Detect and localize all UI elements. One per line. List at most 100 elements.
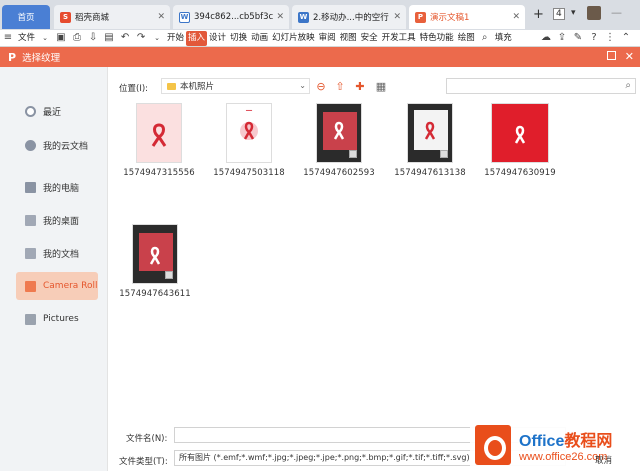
- file-name: 1574947613138: [394, 168, 466, 178]
- maximize-icon[interactable]: [607, 51, 616, 60]
- print-icon[interactable]: ⎙: [72, 33, 82, 43]
- image-thumbnail: ━━: [226, 103, 272, 163]
- view-mode-icon[interactable]: ▦: [374, 79, 388, 93]
- chevron-down-icon[interactable]: ⌄: [40, 33, 50, 43]
- redo-icon[interactable]: ↷: [136, 33, 146, 43]
- ribbon-tab-draw[interactable]: 绘图: [456, 31, 477, 46]
- ribbon-tab-design[interactable]: 设计: [207, 31, 228, 46]
- file-item[interactable]: 1574947315556: [118, 103, 200, 178]
- close-icon[interactable]: ✕: [512, 12, 520, 22]
- sidebar-item-pictures[interactable]: Pictures: [16, 305, 98, 333]
- image-thumbnail: [132, 224, 178, 284]
- folder-icon: [25, 214, 36, 226]
- print-preview-icon[interactable]: ▤: [104, 33, 114, 43]
- watermark-title: Office: [519, 432, 565, 450]
- sidebar-item-label: 我的云文档: [43, 141, 89, 152]
- fill-button[interactable]: 填充: [493, 31, 514, 46]
- ribbon-tab-insert[interactable]: 插入: [186, 30, 208, 46]
- clock-icon: [25, 105, 36, 117]
- sidebar-item-label: 最近: [43, 107, 62, 118]
- ribbon-tab-features[interactable]: 特色功能: [418, 31, 456, 46]
- folder-icon: [25, 280, 36, 292]
- collapse-icon[interactable]: ⌃: [621, 33, 631, 43]
- awareness-ribbon-icon: [333, 121, 345, 140]
- sidebar-item-documents[interactable]: 我的文档: [16, 239, 98, 267]
- ribbon-tab-transitions[interactable]: 切换: [228, 31, 249, 46]
- file-item[interactable]: 1574947602593: [298, 103, 380, 178]
- file-item[interactable]: 1574947643611: [114, 224, 196, 299]
- tab-home[interactable]: 首页: [2, 5, 50, 29]
- share-icon[interactable]: ⇪: [557, 33, 567, 43]
- browser-tab-bar: 首页 S 稻壳商城 ✕ W 394c862...cb5bf3c ✕ W 2.移动…: [0, 0, 640, 30]
- cancel-button[interactable]: 取消: [595, 454, 612, 466]
- chevron-down-icon[interactable]: ▾: [571, 8, 576, 18]
- sidebar-item-cloud-docs[interactable]: 我的云文档: [16, 131, 98, 159]
- search-icon[interactable]: ⌕: [480, 33, 490, 43]
- file-item[interactable]: 1574947613138: [389, 103, 471, 178]
- ribbon-tab-developer[interactable]: 开发工具: [380, 31, 418, 46]
- help-icon[interactable]: ?: [589, 33, 599, 43]
- more-icon[interactable]: ⌄: [152, 33, 162, 43]
- awareness-ribbon-icon: [514, 125, 526, 144]
- ribbon-tab-animations[interactable]: 动画: [249, 31, 270, 46]
- location-value: 本机照片: [180, 82, 215, 92]
- up-folder-icon[interactable]: ⇧: [333, 79, 347, 93]
- image-thumbnail: [407, 103, 453, 163]
- menu-icon[interactable]: ≡: [3, 33, 13, 43]
- ribbon-tab-review[interactable]: 审阅: [317, 31, 338, 46]
- office-logo-icon: [475, 424, 511, 465]
- cloud-sync-icon[interactable]: ☁: [541, 33, 551, 43]
- tab-count-badge[interactable]: 4: [553, 8, 565, 20]
- sidebar-item-label: Camera Roll: [43, 281, 98, 291]
- wps-logo-icon: P: [8, 50, 17, 64]
- file-item[interactable]: ━━ 1574947503118: [208, 103, 290, 178]
- location-select[interactable]: 本机照片 ⌄: [161, 78, 310, 94]
- ribbon-tab-home[interactable]: 开始: [165, 31, 186, 46]
- close-icon[interactable]: ✕: [393, 12, 401, 22]
- comment-icon[interactable]: ✎: [573, 33, 583, 43]
- search-input[interactable]: ⌕: [446, 78, 636, 94]
- watermark-title-cn: 教程网: [564, 432, 613, 450]
- docer-icon: S: [60, 11, 71, 23]
- more-icon[interactable]: ⋮: [605, 33, 615, 43]
- ribbon-tab-slideshow[interactable]: 幻灯片放映: [270, 31, 317, 46]
- save-icon[interactable]: ▣: [56, 33, 66, 43]
- back-icon[interactable]: ⊖: [314, 79, 328, 93]
- file-menu[interactable]: 文件: [16, 31, 37, 46]
- places-sidebar: 最近 我的云文档 我的电脑 我的桌面 我的文档 Camera Roll Pict…: [0, 67, 108, 471]
- sidebar-item-label: 我的桌面: [43, 216, 80, 227]
- sidebar-item-recent[interactable]: 最近: [16, 97, 98, 125]
- sidebar-item-camera-roll[interactable]: Camera Roll: [16, 272, 98, 300]
- export-pdf-icon[interactable]: ⇩: [88, 33, 98, 43]
- new-tab-icon[interactable]: +: [533, 7, 544, 22]
- tab-presentation[interactable]: P 演示文稿1 ✕: [409, 5, 525, 29]
- window-control-icon[interactable]: —: [611, 6, 622, 19]
- sidebar-item-label: Pictures: [43, 314, 79, 324]
- tab-docer-store[interactable]: S 稻壳商城 ✕: [54, 5, 170, 29]
- sidebar-item-my-computer[interactable]: 我的电脑: [16, 173, 98, 201]
- close-icon[interactable]: ✕: [157, 12, 165, 22]
- ribbon-toolbar: ≡ 文件 ⌄ ▣ ⎙ ⇩ ▤ ↶ ↷ ⌄ 开始 插入 设计 切换 动画 幻灯片放…: [0, 30, 640, 47]
- file-name: 1574947602593: [303, 168, 375, 178]
- awareness-ribbon-icon: [151, 123, 167, 147]
- dialog-title: 选择纹理: [22, 53, 61, 64]
- image-thumbnail: [491, 103, 549, 163]
- tab-label: 演示文稿1: [430, 13, 470, 23]
- tab-label: 稻壳商城: [75, 13, 110, 23]
- ribbon-tab-view[interactable]: 视图: [338, 31, 359, 46]
- undo-icon[interactable]: ↶: [120, 33, 130, 43]
- close-icon[interactable]: ✕: [625, 50, 634, 63]
- tab-label: 394c862...cb5bf3c: [194, 12, 274, 22]
- sidebar-item-desktop[interactable]: 我的桌面: [16, 206, 98, 234]
- file-item[interactable]: 1574947630919: [479, 103, 561, 178]
- awareness-ribbon-icon: [149, 246, 161, 265]
- tab-document-1[interactable]: W 394c862...cb5bf3c ✕: [173, 5, 289, 29]
- avatar[interactable]: [587, 6, 601, 20]
- word-doc-icon: W: [179, 11, 190, 23]
- new-folder-icon[interactable]: ✚: [353, 79, 367, 93]
- folder-icon: [25, 247, 36, 259]
- close-icon[interactable]: ✕: [276, 12, 284, 22]
- cloud-icon: [25, 139, 36, 151]
- tab-document-2[interactable]: W 2.移动办...中的空行 ✕: [292, 5, 406, 29]
- ribbon-tab-security[interactable]: 安全: [359, 31, 380, 46]
